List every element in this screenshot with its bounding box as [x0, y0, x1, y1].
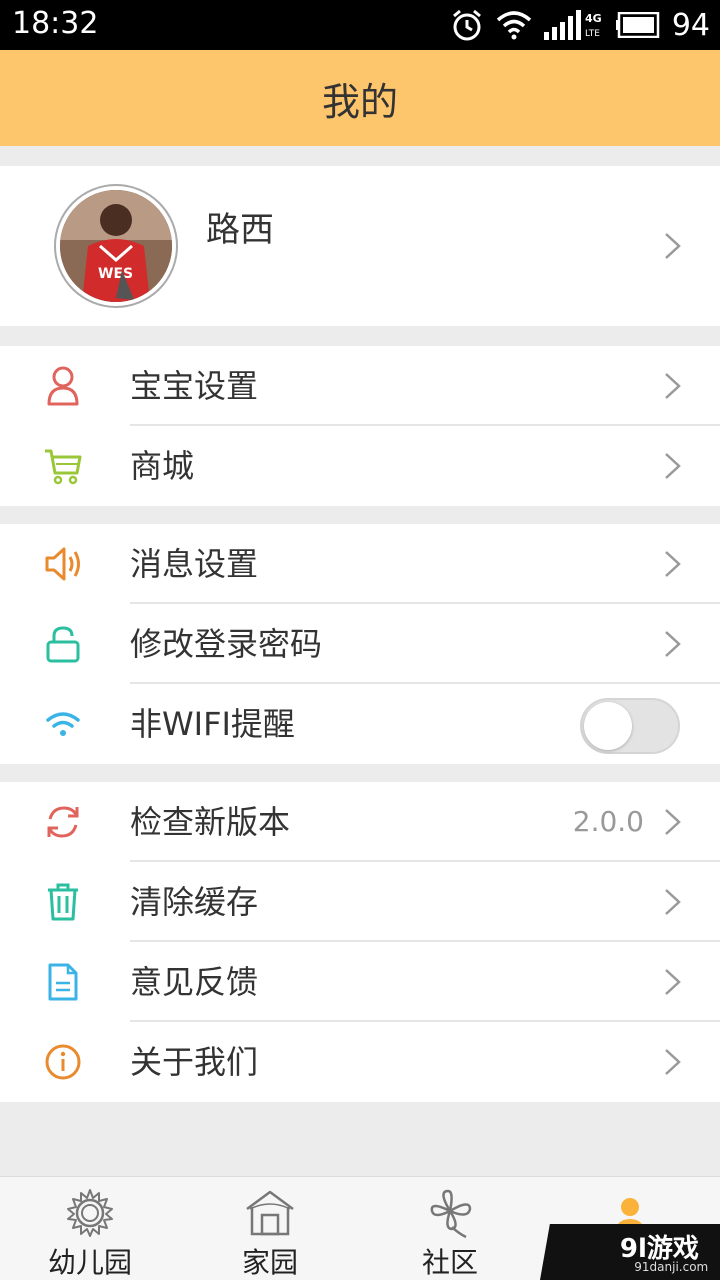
chevron-right-icon — [665, 233, 681, 259]
svg-text:4G: 4G — [585, 12, 602, 25]
svg-text:LTE: LTE — [585, 29, 600, 39]
battery-level: 94 — [671, 7, 710, 43]
watermark-sub: 91danji.com — [634, 1260, 709, 1274]
tab-label: 社区 — [421, 1246, 478, 1279]
chevron-right-icon — [665, 453, 681, 479]
signal-icon: 4G LTE — [543, 10, 602, 40]
wifi-status-icon — [496, 11, 531, 40]
tab-kindergarten[interactable]: 幼儿园 — [0, 1177, 180, 1280]
menu-item-label: 修改登录密码 — [130, 625, 323, 663]
chevron-right-icon — [665, 551, 681, 577]
sun-icon — [67, 1189, 113, 1237]
menu-item-non-wifi-reminder: 非WIFI提醒 — [0, 684, 720, 764]
tab-community[interactable]: 社区 — [360, 1177, 540, 1280]
profile-name: 路西 — [206, 210, 274, 250]
info-icon — [40, 1040, 86, 1084]
tab-label: 家园 — [241, 1246, 298, 1279]
menu-item-feedback[interactable]: 意见反馈 — [0, 942, 720, 1022]
tab-home[interactable]: 家园 — [180, 1177, 360, 1280]
settings-group-1: 宝宝设置 商城 — [0, 346, 720, 506]
battery-icon — [615, 12, 660, 38]
menu-item-label: 意见反馈 — [130, 963, 259, 1001]
menu-item-label: 宝宝设置 — [130, 367, 259, 405]
chevron-right-icon — [665, 373, 681, 399]
status-time: 18:32 — [12, 6, 99, 41]
trash-icon — [40, 880, 86, 924]
version-value: 2.0.0 — [572, 805, 644, 838]
chevron-right-icon — [665, 969, 681, 995]
chevron-right-icon — [665, 889, 681, 915]
settings-group-2: 消息设置 修改登录密码 非WIFI提醒 — [0, 524, 720, 764]
lock-icon — [40, 622, 86, 666]
header-bar: 我的 — [0, 50, 720, 146]
profile-row[interactable]: WES 路西 — [0, 166, 720, 326]
chevron-right-icon — [665, 631, 681, 657]
menu-item-label: 非WIFI提醒 — [130, 705, 295, 743]
status-bar: 18:32 4G LTE 94 — [0, 0, 720, 50]
person-icon — [40, 364, 86, 408]
menu-item-label: 检查新版本 — [130, 803, 291, 841]
settings-group-3: 检查新版本 2.0.0 清除缓存 意见反馈 关于我们 — [0, 782, 720, 1102]
page-title: 我的 — [321, 79, 398, 124]
menu-item-label: 消息设置 — [130, 545, 259, 583]
cart-icon — [40, 444, 86, 488]
menu-item-about-us[interactable]: 关于我们 — [0, 1022, 720, 1102]
menu-item-mall[interactable]: 商城 — [0, 426, 720, 506]
menu-item-change-password[interactable]: 修改登录密码 — [0, 604, 720, 684]
wifi-icon — [40, 702, 86, 746]
menu-item-label: 商城 — [130, 447, 195, 485]
tab-label: 幼儿园 — [47, 1246, 132, 1279]
speaker-icon — [40, 542, 86, 586]
document-icon — [40, 960, 86, 1004]
menu-item-label: 清除缓存 — [130, 883, 259, 921]
menu-item-message-settings[interactable]: 消息设置 — [0, 524, 720, 604]
chevron-right-icon — [665, 809, 681, 835]
menu-item-baby-settings[interactable]: 宝宝设置 — [0, 346, 720, 426]
svg-text:WES: WES — [98, 266, 133, 282]
house-icon — [246, 1190, 294, 1236]
toggle-knob — [584, 702, 632, 750]
non-wifi-toggle[interactable] — [580, 698, 680, 754]
avatar[interactable]: WES — [56, 186, 176, 306]
menu-item-check-version[interactable]: 检查新版本 2.0.0 — [0, 782, 720, 862]
alarm-icon — [452, 9, 481, 41]
menu-item-label: 关于我们 — [130, 1043, 259, 1081]
refresh-icon — [40, 800, 86, 844]
chevron-right-icon — [665, 1049, 681, 1075]
site-watermark-logo: 9l游戏 91danji.com — [540, 1224, 720, 1280]
menu-item-clear-cache[interactable]: 清除缓存 — [0, 862, 720, 942]
clover-icon — [430, 1189, 472, 1239]
